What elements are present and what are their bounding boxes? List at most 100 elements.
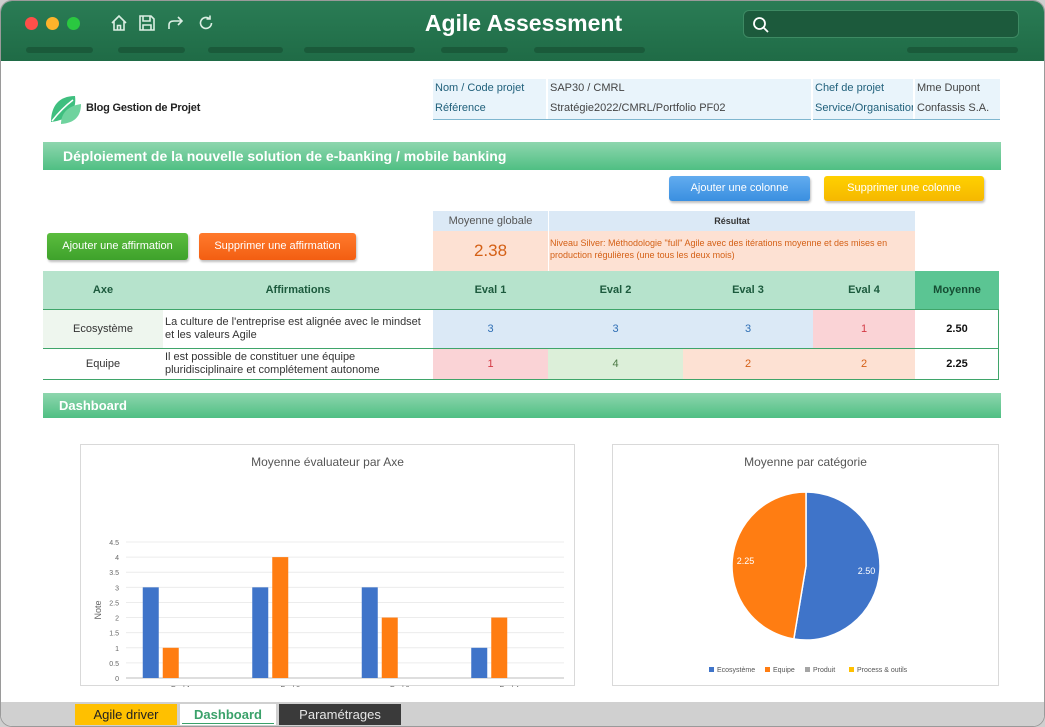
remove-statement-button[interactable]: Supprimer une affirmation (199, 233, 356, 260)
row-2-axe: Equipe (85, 358, 121, 370)
bar-ecosystème (471, 647, 488, 678)
bar-equipe (272, 557, 289, 678)
tab-dashboard[interactable]: Dashboard (180, 704, 276, 725)
pie-data-label: 2.25 (737, 556, 755, 566)
row-1-axe: Ecosystème (43, 310, 163, 348)
ribbon-bar (26, 47, 93, 53)
legend-swatch (709, 667, 714, 672)
y-tick-label: 4.5 (109, 540, 119, 547)
bar-chart-plot: 0 0.5 1 1.5 2 2.5 3 3.5 4 4.5 Eval 1 Eval 2 Eval 3 Ev… (93, 540, 564, 687)
header-eval-4: Eval 4 (813, 271, 915, 309)
legend-label: Equipe (773, 667, 795, 674)
bar-chart[interactable]: Moyenne évaluateur par Axe 0 0.5 1 1.5 2 2.5 3… (80, 444, 575, 687)
ref-label: Référence (433, 99, 546, 119)
row-2-eval-4[interactable]: 2 (813, 349, 915, 379)
header-moyenne: Moyenne (915, 271, 999, 309)
logo: Blog Gestion de Projet (49, 92, 209, 126)
row-1-eval-1[interactable]: 3 (433, 310, 548, 348)
row-1-eval-3[interactable]: 3 (683, 310, 813, 348)
pie-data-label: 2.50 (858, 566, 876, 576)
ribbon-bar (907, 47, 1018, 53)
ribbon-bar (304, 47, 415, 53)
ribbon-bar (441, 47, 508, 53)
header-axe: Axe (43, 271, 163, 309)
y-tick-label: 1 (115, 646, 119, 653)
header-eval-1: Eval 1 (433, 271, 548, 309)
bar-equipe (162, 647, 179, 678)
global-average-value: 2.38 (433, 231, 548, 271)
global-average-label: Moyenne globale (433, 211, 548, 231)
divider (433, 119, 811, 120)
header-affirmations: Affirmations (163, 271, 433, 309)
header-eval-2: Eval 2 (548, 271, 683, 309)
app-window: Agile Assessment Blog Gestion de Projet … (0, 0, 1045, 727)
row-2-eval-3[interactable]: 2 (683, 349, 813, 379)
ribbon-bar (534, 47, 645, 53)
x-tick-label: Eval 2 (281, 686, 301, 687)
row-1-eval-2[interactable]: 3 (548, 310, 683, 348)
x-tick-label: Eval 3 (390, 686, 410, 687)
row-2-eval-2[interactable]: 4 (548, 349, 683, 379)
title-bar: Agile Assessment (1, 1, 1044, 61)
nom-value[interactable]: SAP30 / CMRL (548, 79, 811, 99)
ribbon-bar (118, 47, 185, 53)
legend-label: Produit (813, 667, 835, 674)
sheet-content: Blog Gestion de Projet Nom / Code projet… (1, 61, 1044, 702)
active-tab-underline (182, 723, 274, 724)
y-tick-label: 0.5 (109, 661, 119, 668)
tab-parametrages[interactable]: Paramétrages (279, 704, 401, 725)
service-value[interactable]: Confassis S.A. (915, 99, 1000, 119)
row-2-eval-1[interactable]: 1 (433, 349, 548, 379)
table-divider (43, 379, 999, 380)
y-tick-label: 2.5 (109, 600, 119, 607)
y-tick-label: 0 (115, 676, 119, 683)
logo-text: Blog Gestion de Projet (86, 102, 201, 114)
header-eval-3: Eval 3 (683, 271, 813, 309)
legend-swatch (805, 667, 810, 672)
y-tick-label: 2 (115, 616, 119, 623)
chef-value[interactable]: Mme Dupont (915, 79, 1000, 99)
sheet-tab-bar: Agile driver Dashboard Paramétrages (1, 702, 1044, 726)
row-1-affirmation[interactable]: La culture de l'entreprise est alignée a… (163, 310, 433, 348)
leaf-logo-icon (51, 96, 81, 124)
row-1-eval-4[interactable]: 1 (813, 310, 915, 348)
project-title-banner: Déploiement de la nouvelle solution de e… (43, 142, 1001, 170)
remove-column-button[interactable]: Supprimer une colonne (824, 176, 984, 201)
result-text: Niveau Silver: Méthodologie "full" Agile… (549, 231, 915, 271)
y-tick-label: 4 (115, 555, 119, 562)
divider (813, 119, 1000, 120)
legend-swatch (765, 667, 770, 672)
nom-label: Nom / Code projet (433, 79, 546, 99)
bar-equipe (381, 617, 398, 678)
add-column-button[interactable]: Ajouter une colonne (669, 176, 810, 201)
dashboard-banner: Dashboard (43, 393, 1001, 418)
y-tick-label: 3.5 (109, 570, 119, 577)
y-tick-label: 1.5 (109, 631, 119, 638)
row-2-moyenne: 2.25 (946, 358, 968, 370)
bar-ecosystème (361, 587, 378, 678)
pie-chart-plot: 2.50 2.25 Ecosystème Equipe Produit Process &… (709, 491, 908, 674)
result-label: Résultat (549, 211, 915, 231)
service-label: Service/Organisatior (813, 99, 913, 119)
table-divider (998, 309, 999, 380)
x-tick-label: Eval 4 (500, 686, 520, 687)
x-tick-label: Eval 1 (171, 686, 191, 687)
bar-equipe (491, 617, 508, 678)
legend-label: Ecosystème (717, 667, 755, 674)
pie-chart[interactable]: Moyenne par catégorie 2.50 2.25 Ecosystème… (612, 444, 999, 686)
legend-swatch (849, 667, 854, 672)
add-statement-button[interactable]: Ajouter une affirmation (47, 233, 188, 260)
chef-label: Chef de projet (813, 79, 913, 99)
ref-value[interactable]: Stratégie2022/CMRL/Portfolio PF02 (548, 99, 811, 119)
row-2-affirmation[interactable]: Il est possible de constituer une équipe… (163, 349, 433, 379)
search-icon (753, 17, 769, 33)
bar-ecosystème (252, 587, 269, 678)
tab-agile-driver[interactable]: Agile driver (75, 704, 177, 725)
y-axis-title: Note (93, 600, 103, 619)
row-1-moyenne: 2.50 (946, 323, 968, 335)
legend-label: Process & outils (857, 667, 908, 674)
search-field[interactable] (743, 10, 1019, 38)
bar-ecosystème (142, 587, 159, 678)
ribbon-bar (208, 47, 283, 53)
y-tick-label: 3 (115, 585, 119, 592)
